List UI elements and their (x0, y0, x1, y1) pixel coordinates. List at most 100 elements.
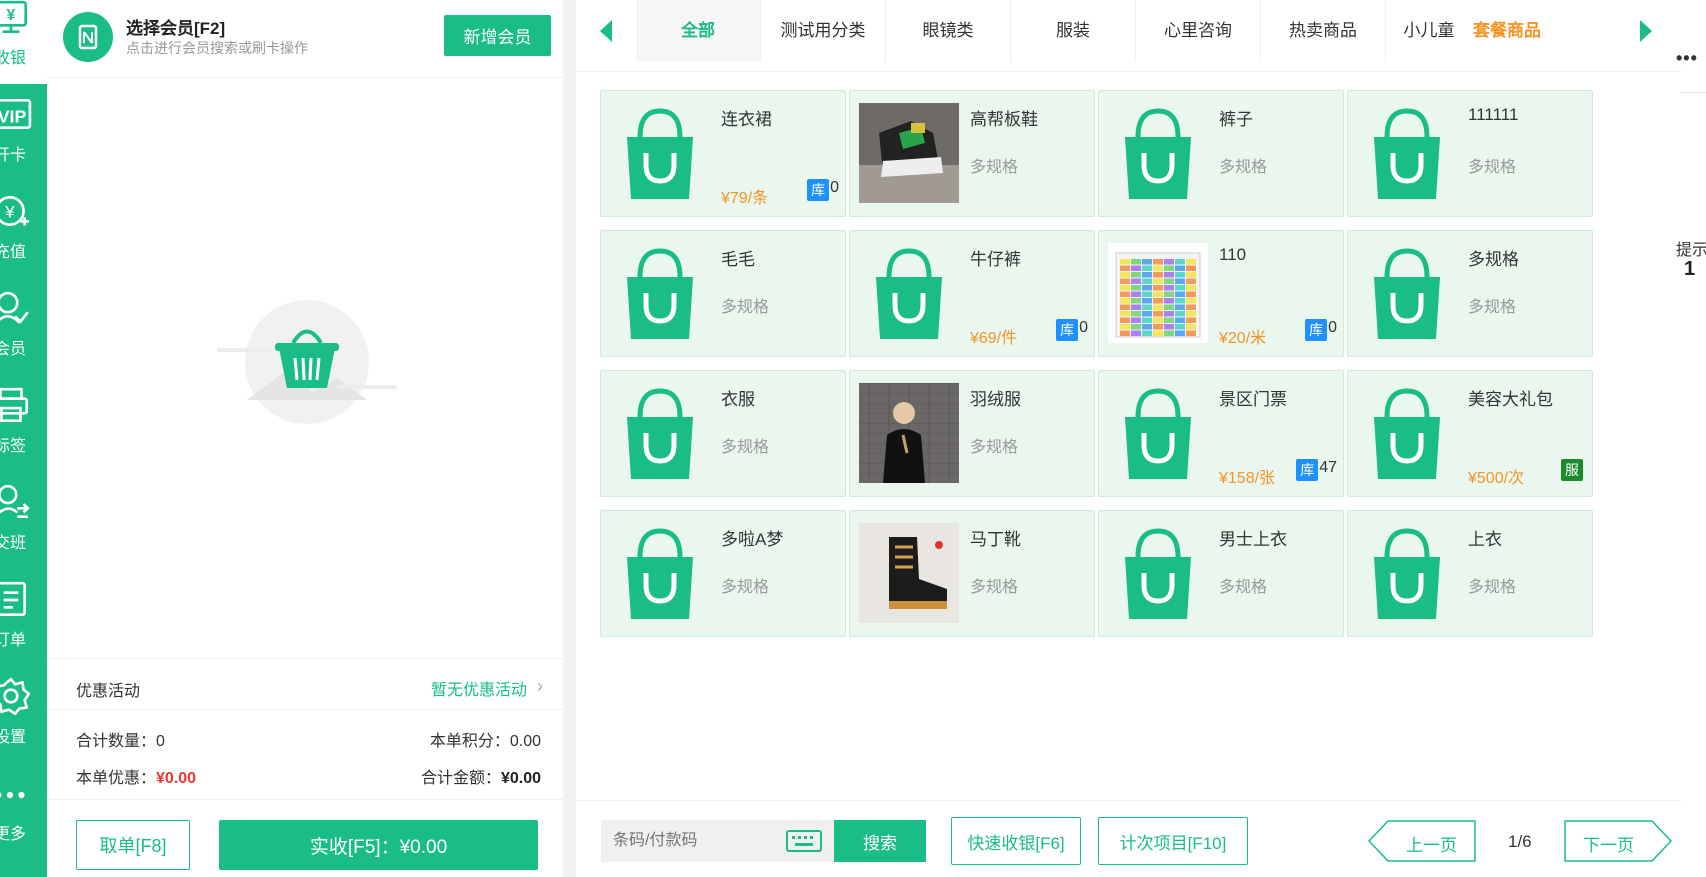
member-subtitle: 点击进行会员搜索或刷卡操作 (126, 40, 308, 56)
tabs-prev-arrow[interactable] (576, 0, 636, 62)
product-name: 上衣 (1468, 530, 1502, 549)
page-indicator: 1/6 (1508, 832, 1532, 851)
category-tab-0[interactable]: 全部 (636, 0, 761, 62)
total-quantity-value: 0 (156, 733, 165, 750)
sidebar-item-8[interactable]: 更多 (0, 770, 47, 860)
more-dots-icon[interactable]: ••• (1676, 48, 1698, 69)
product-card[interactable]: 110 ¥20/米 库 0 (1098, 230, 1344, 357)
shopping-bag-icon (1374, 388, 1440, 479)
count-items-button[interactable]: 计次项目[F10] (1098, 817, 1248, 865)
product-name: 美容大礼包 (1468, 390, 1553, 409)
order-points: 本单积分：0.00 (430, 727, 541, 751)
product-name: 多啦A梦 (721, 530, 784, 549)
product-spec: 多规格 (721, 439, 770, 456)
promo-row[interactable]: 优惠活动 暂无优惠活动 › (47, 658, 563, 710)
product-card[interactable]: 美容大礼包 ¥500/次 服 (1347, 370, 1593, 497)
product-price: ¥79/条 (721, 190, 769, 207)
stock-count: 0 (1328, 319, 1337, 336)
order-icon (0, 581, 26, 617)
shopping-bag-icon (1374, 108, 1440, 199)
category-tabs: 全部 测试用分类 眼镜类 服装 心里咨询 热卖商品 小儿童 套餐商品 (576, 0, 1681, 72)
product-name: 裤子 (1219, 110, 1253, 129)
product-stock: 库0 (807, 179, 839, 201)
product-thumbnail (859, 523, 959, 623)
product-name: 衣服 (721, 390, 755, 409)
product-price: ¥20/米 (1219, 330, 1267, 347)
prev-page-button[interactable]: 上一页 (1368, 820, 1476, 862)
stock-count: 0 (830, 179, 839, 196)
total-quantity: 合计数量：0 (76, 727, 165, 751)
total-quantity-label: 合计数量： (76, 733, 157, 750)
product-card[interactable]: 牛仔裤 ¥69/件 库 0 (849, 230, 1095, 357)
product-stock: 库0 (1305, 319, 1337, 341)
product-card[interactable]: 多规格 多规格 (1347, 230, 1593, 357)
product-card[interactable]: 马丁靴 多规格 (849, 510, 1095, 637)
sidebar-item-label: 收银 (0, 50, 27, 67)
category-tab-7[interactable]: 套餐商品 (1464, 0, 1550, 62)
promo-value[interactable]: 暂无优惠活动 (431, 676, 527, 700)
product-name: 男士上衣 (1219, 530, 1287, 549)
promo-label: 优惠活动 (76, 683, 141, 700)
product-name: 高帮板鞋 (970, 110, 1038, 129)
product-card[interactable]: 衣服 多规格 (600, 370, 846, 497)
edge-tip-count: 1 (1684, 258, 1696, 280)
order-discount: 本单优惠：¥0.00 (76, 764, 196, 788)
member-title[interactable]: 选择会员[F2] (126, 14, 225, 39)
member-bar[interactable]: 选择会员[F2] 点击进行会员搜索或刷卡操作 新增会员 (47, 0, 563, 78)
category-tab-3[interactable]: 服装 (1011, 0, 1136, 62)
quick-cashier-button[interactable]: 快速收银[F6] (951, 817, 1081, 865)
keyboard-icon[interactable] (786, 830, 822, 852)
shopping-bag-icon (1374, 248, 1440, 339)
checkout-button[interactable]: 实收[F5]：¥0.00 (219, 820, 538, 870)
order-points-value: 0.00 (509, 733, 541, 750)
next-page-button[interactable]: 下一页 (1564, 820, 1672, 862)
shopping-bag-icon (627, 108, 693, 199)
sidebar-item-2[interactable]: ¥ 充值 (0, 188, 47, 278)
search-button[interactable]: 搜索 (834, 820, 926, 862)
sidebar-item-label: 设置 (0, 729, 27, 746)
member-icon (0, 291, 29, 324)
product-card[interactable]: 景区门票 ¥158/张 库 47 (1098, 370, 1344, 497)
sidebar-item-7[interactable]: 设置 (0, 673, 47, 763)
product-card[interactable]: 高帮板鞋 多规格 (849, 90, 1095, 217)
sidebar-item-3[interactable]: 会员 (0, 285, 47, 375)
cart-panel: 选择会员[F2] 点击进行会员搜索或刷卡操作 新增会员 优惠活动 暂无优惠活动 … (47, 0, 563, 877)
service-tag: 服 (1561, 459, 1583, 481)
product-thumbnail (859, 103, 959, 203)
shopping-bag-icon (1374, 528, 1440, 619)
vip-card-icon: VIP (0, 98, 32, 129)
product-name: 羽绒服 (970, 390, 1021, 409)
category-tab-6[interactable]: 小儿童 (1386, 0, 1472, 62)
product-card[interactable]: 111111 多规格 (1347, 90, 1593, 217)
sidebar-item-6[interactable]: 订单 (0, 576, 47, 666)
category-tab-4[interactable]: 心里咨询 (1136, 0, 1261, 62)
total-amount-value: ¥0.00 (500, 770, 541, 787)
printer-icon (0, 387, 29, 423)
category-tab-1[interactable]: 测试用分类 (761, 0, 886, 62)
retrieve-order-button[interactable]: 取单[F8] (76, 820, 190, 870)
product-name: 马丁靴 (970, 530, 1021, 549)
sidebar-item-label: 交班 (0, 535, 27, 552)
product-stock: 库 47 (1296, 459, 1337, 481)
member-avatar[interactable] (63, 12, 113, 62)
product-card[interactable]: 上衣 多规格 (1347, 510, 1593, 637)
stock-tag: 库 (1296, 459, 1319, 481)
sidebar-item-4[interactable]: 标签 (0, 382, 47, 472)
product-card[interactable]: 连衣裙 ¥79/条 库 0 (600, 90, 846, 217)
category-tab-5[interactable]: 热卖商品 (1261, 0, 1386, 62)
category-tab-2[interactable]: 眼镜类 (886, 0, 1011, 62)
edge-divider (1681, 92, 1706, 93)
sidebar-item-5[interactable]: 交班 (0, 479, 47, 569)
product-card[interactable]: 裤子 多规格 (1098, 90, 1344, 217)
product-card[interactable]: 男士上衣 多规格 (1098, 510, 1344, 637)
product-card[interactable]: 毛毛 多规格 (600, 230, 846, 357)
product-card[interactable]: 多啦A梦 多规格 (600, 510, 846, 637)
product-stock: 库0 (1056, 319, 1088, 341)
tabs-next-arrow[interactable] (1616, 0, 1676, 62)
product-card[interactable]: 羽绒服 多规格 (849, 370, 1095, 497)
add-member-button[interactable]: 新增会员 (444, 15, 551, 56)
stock-count: 47 (1319, 459, 1337, 476)
total-amount-label: 合计金额： (420, 770, 501, 787)
sidebar-item-0[interactable]: ¥ 收银 (0, 0, 47, 84)
sidebar-item-1[interactable]: VIP 开卡 (0, 91, 47, 181)
